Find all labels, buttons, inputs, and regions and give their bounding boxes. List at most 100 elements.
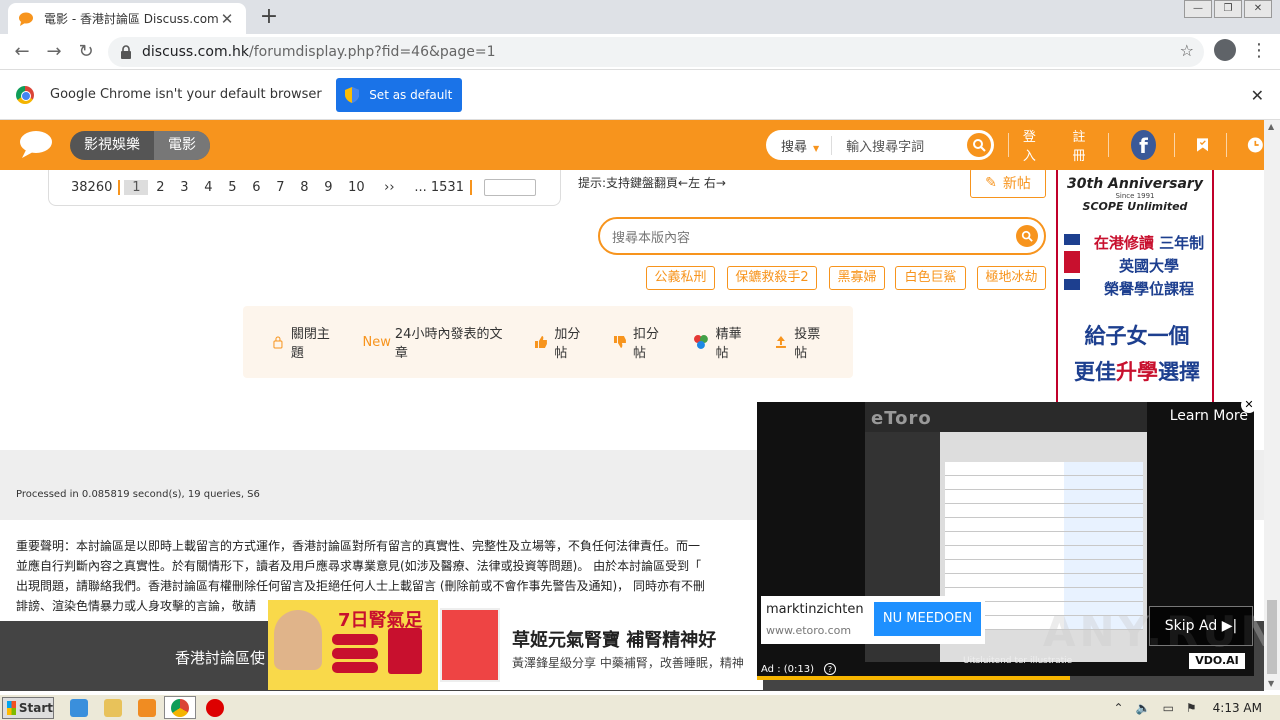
header-search-input[interactable]: 輸入搜尋字詞	[832, 136, 967, 155]
site-header: 影視娛樂 電影 搜尋 ▼ 輸入搜尋字詞 登入 註冊 f	[0, 120, 1264, 170]
reload-button[interactable]: ↻	[74, 40, 98, 64]
chrome-menu-icon[interactable]: ⋮	[1250, 40, 1268, 61]
start-button[interactable]: Start	[2, 697, 54, 719]
learn-more-link[interactable]: Learn More	[1170, 408, 1248, 424]
new-post-button[interactable]: ✎ 新帖	[970, 168, 1046, 198]
filter-poll[interactable]: 投票帖	[774, 323, 833, 361]
bookmark-star-icon[interactable]: ☆	[1180, 41, 1194, 60]
network-icon[interactable]: ▭	[1163, 701, 1174, 715]
address-bar[interactable]: discuss.com.hk/forumdisplay.php?fid=46&p…	[108, 37, 1204, 67]
page-scrollbar[interactable]: ▲ ▼	[1264, 120, 1280, 690]
bottom-banner-ad[interactable]: 7日腎氣足 草姬元氣腎寶 補腎精神好 黃澤鋒星級分享 中藥補腎，改善睡眠，精神	[268, 600, 763, 690]
skip-ad-button[interactable]: Skip Ad ▶|	[1149, 606, 1253, 646]
flag-icon[interactable]: ⚑	[1186, 701, 1197, 715]
category-entertainment[interactable]: 影視娛樂	[70, 131, 154, 160]
discuss-logo-icon[interactable]	[18, 130, 54, 158]
login-link[interactable]: 登入	[1009, 126, 1059, 164]
set-as-default-button[interactable]: Set as default	[335, 77, 462, 112]
close-ad-icon[interactable]: ✕	[1241, 397, 1257, 413]
browser-tabstrip: 電影 - 香港討論區 Discuss.com.hk - ✕ + — ❐ ✕	[0, 0, 1280, 34]
filter-plus[interactable]: 加分帖	[534, 323, 593, 361]
video-row	[945, 490, 1143, 504]
search-type-select[interactable]: 搜尋 ▼	[766, 135, 833, 155]
video-row	[945, 560, 1143, 574]
page-link[interactable]: 9	[316, 180, 340, 195]
page-link[interactable]: 1	[124, 180, 149, 195]
tag-link[interactable]: 保鑣救殺手2	[727, 266, 817, 290]
infobar-close-icon[interactable]: ✕	[1251, 86, 1264, 105]
last-page-link[interactable]: ... 1531	[406, 180, 472, 195]
scroll-thumb[interactable]	[1267, 600, 1277, 674]
chrome-logo-icon	[16, 85, 34, 104]
tag-link[interactable]: 白色巨鯊	[895, 266, 966, 290]
skip-icon: ▶|	[1221, 618, 1238, 634]
ad-timer: Ad : (0:13)	[761, 664, 814, 675]
thread-filter-bar: 關閉主題 New 24小時內發表的文章 加分帖 扣分帖 精華帖 投票帖	[243, 306, 853, 378]
next-page-link[interactable]: ››	[372, 180, 406, 195]
advertiser-card[interactable]: marktinzichten www.etoro.com NU MEEDOEN	[761, 596, 985, 644]
header-search-button[interactable]	[967, 133, 991, 157]
restore-button[interactable]: ❐	[1214, 0, 1242, 18]
url-path: /forumdisplay.php?fid=46&page=1	[249, 44, 496, 60]
tag-link[interactable]: 公義私刑	[646, 266, 715, 290]
back-button[interactable]: ←	[10, 40, 34, 64]
explorer-folder-icon[interactable]	[104, 699, 122, 717]
tab-close-icon[interactable]: ✕	[218, 10, 236, 28]
register-link[interactable]: 註冊	[1059, 126, 1109, 164]
tag-link[interactable]: 黑寡婦	[829, 266, 885, 290]
page-link[interactable]: 7	[268, 180, 292, 195]
cta-button[interactable]: NU MEEDOEN	[874, 602, 981, 636]
page-link[interactable]: 3	[172, 180, 196, 195]
infobar-message: Google Chrome isn't your default browser	[50, 87, 322, 102]
page-link[interactable]: 8	[292, 180, 316, 195]
filter-minus[interactable]: 扣分帖	[613, 323, 672, 361]
video-row	[945, 518, 1143, 532]
tray-expand-icon[interactable]: ⌃	[1114, 701, 1124, 715]
volume-icon[interactable]: 🔈	[1136, 701, 1151, 715]
sidebar-ad[interactable]: 30th Anniversary Since 1991 SCOPE Unlimi…	[1056, 170, 1214, 402]
window-controls: — ❐ ✕	[1182, 0, 1272, 18]
category-movies[interactable]: 電影	[154, 131, 210, 160]
page-link[interactable]: 2	[148, 180, 172, 195]
stop-icon[interactable]	[206, 699, 224, 717]
new-post-label: 新帖	[1002, 176, 1031, 192]
forum-search-button[interactable]	[1016, 225, 1038, 247]
bookmark-icon[interactable]	[1196, 137, 1209, 153]
page-link[interactable]: 6	[244, 180, 268, 195]
dropdown-arrow-icon: ▼	[813, 143, 820, 153]
new-tab-button[interactable]: +	[256, 5, 282, 29]
chrome-taskbar-button[interactable]	[164, 696, 196, 719]
video-ad-player[interactable]: eToro Learn More ✕ ANY.RUN Uitsluitend t…	[757, 397, 1276, 680]
forum-search-input[interactable]: 搜尋本版內容	[612, 227, 1016, 246]
page-link[interactable]: 10	[340, 180, 372, 195]
close-window-button[interactable]: ✕	[1244, 0, 1272, 18]
ie-icon[interactable]	[70, 699, 88, 717]
facebook-icon[interactable]: f	[1131, 130, 1156, 160]
ad-bullet	[332, 648, 378, 659]
history-clock-icon[interactable]	[1247, 135, 1264, 155]
minimize-button[interactable]: —	[1184, 0, 1212, 18]
page-link[interactable]: 4	[196, 180, 220, 195]
ad-product-pack	[440, 608, 500, 682]
video-row	[945, 546, 1143, 560]
media-player-icon[interactable]	[138, 699, 156, 717]
divider	[1226, 133, 1228, 157]
tag-link[interactable]: 極地冰劫	[977, 266, 1046, 290]
page-jump-input[interactable]	[483, 179, 536, 196]
scroll-up-icon[interactable]: ▲	[1268, 122, 1274, 131]
filter-closed[interactable]: 關閉主題	[271, 323, 343, 361]
header-search: 搜尋 ▼ 輸入搜尋字詞	[766, 130, 994, 160]
help-icon[interactable]: ?	[824, 663, 836, 675]
forum-search: 搜尋本版內容	[598, 217, 1046, 255]
page-link[interactable]: 5	[220, 180, 244, 195]
ad-headline: 草姬元氣腎寶 補腎精神好	[512, 630, 717, 651]
windows-logo-icon	[7, 701, 16, 715]
ad-product-image: 7日腎氣足	[268, 600, 438, 690]
filter-new-24h[interactable]: New 24小時內發表的文章	[363, 323, 515, 361]
browser-tab[interactable]: 電影 - 香港討論區 Discuss.com.hk - ✕	[8, 3, 246, 34]
forward-button[interactable]: →	[42, 40, 66, 64]
scroll-down-icon[interactable]: ▼	[1268, 679, 1274, 688]
profile-avatar-icon[interactable]	[1214, 39, 1236, 61]
filter-digest[interactable]: 精華帖	[692, 323, 755, 361]
search-icon	[1021, 230, 1033, 242]
